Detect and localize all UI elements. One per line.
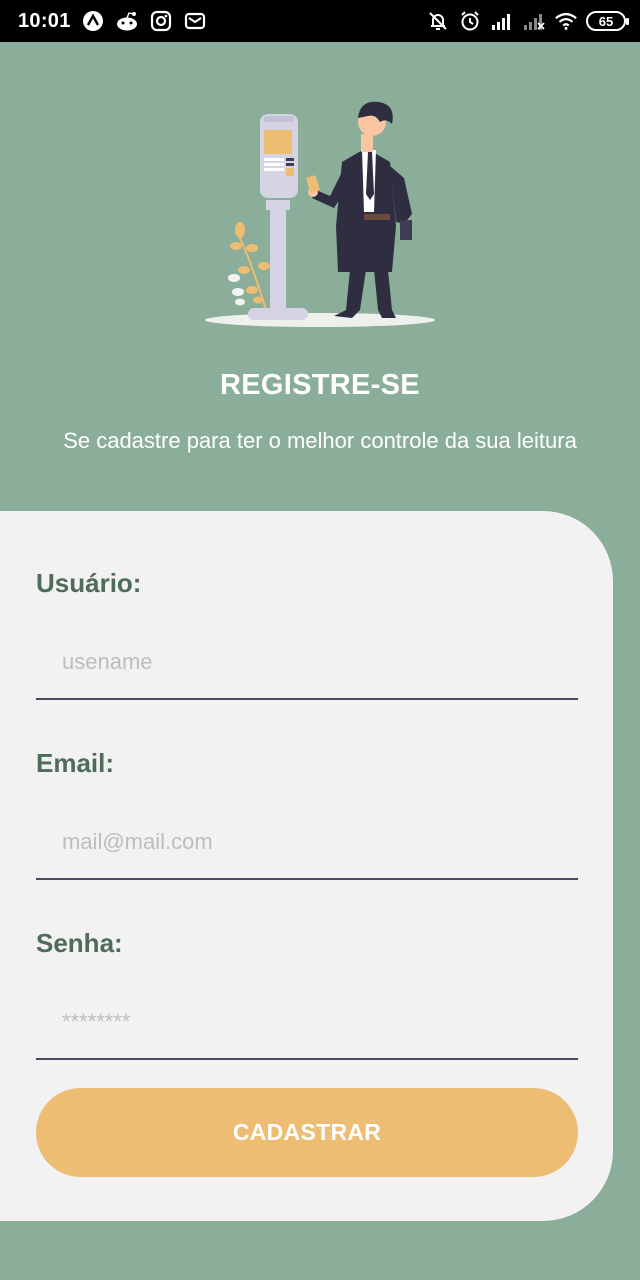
instagram-icon: [149, 9, 173, 33]
username-input[interactable]: [36, 640, 578, 700]
battery-level: 65: [598, 13, 614, 29]
mail-icon: [183, 9, 207, 33]
username-label: Usuário:: [36, 568, 142, 598]
signal-icon: [490, 9, 514, 33]
email-input[interactable]: [36, 820, 578, 880]
page-title: REGISTRE-SE: [220, 369, 420, 401]
notifications-off-icon: [426, 9, 450, 33]
reddit-icon: [115, 9, 139, 33]
email-label: Email:: [36, 748, 115, 778]
man-at-parking-meter-illustration: [205, 101, 435, 327]
signal-no-data-icon: [522, 9, 546, 33]
status-right: 65: [426, 9, 629, 33]
username-field: Usuário:: [36, 568, 578, 700]
page-subtitle: Se cadastre para ter o melhor controle d…: [63, 428, 577, 453]
status-time: 10:01: [18, 9, 71, 32]
email-field: Email:: [36, 748, 578, 880]
password-field: Senha:: [36, 928, 578, 1060]
status-left: 10:01: [18, 9, 207, 33]
register-button[interactable]: CADASTRAR: [36, 1088, 578, 1177]
status-bar: 10:01 65: [0, 0, 640, 42]
wifi-icon: [554, 9, 578, 33]
battery-icon: 65: [586, 11, 629, 31]
password-input[interactable]: [36, 1000, 578, 1060]
app-icon: [81, 9, 105, 33]
register-form-card: Usuário: Email: Senha: CADASTRAR: [0, 511, 613, 1221]
hero: REGISTRE-SE Se cadastre para ter o melho…: [0, 42, 640, 512]
password-label: Senha:: [36, 928, 123, 958]
alarm-icon: [458, 9, 482, 33]
